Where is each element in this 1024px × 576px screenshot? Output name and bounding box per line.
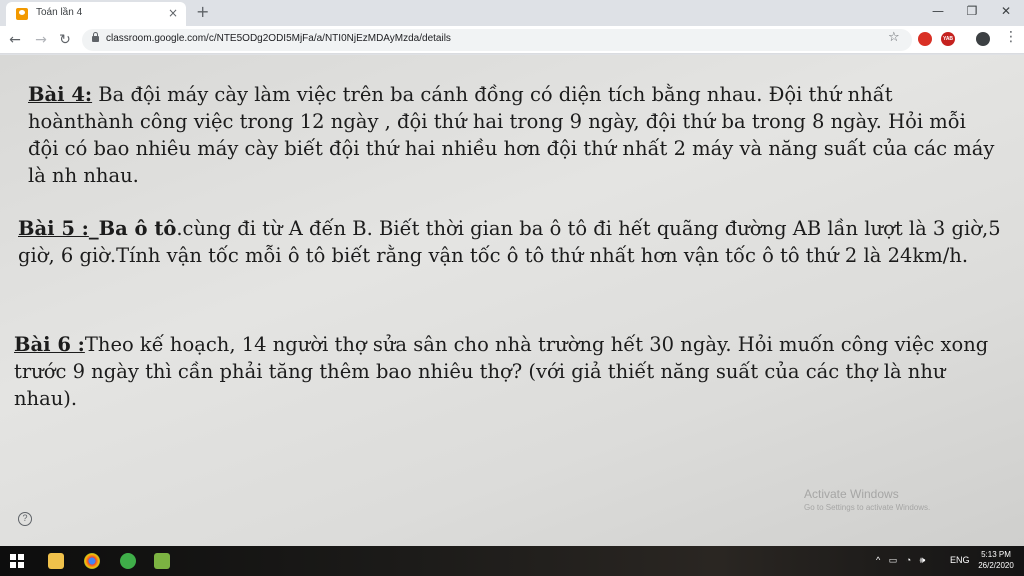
problem-5: Bài 5 :_Ba ô tô.cùng đi từ A đến B. Biết… <box>18 215 1004 269</box>
language-indicator[interactable]: ENG <box>950 555 970 565</box>
url-text: classroom.google.com/c/NTE5ODg2ODI5MjFa/… <box>106 33 451 44</box>
clock-time: 5:13 PM <box>981 550 1011 559</box>
watermark-title: Activate Windows <box>804 487 899 501</box>
close-window-button[interactable]: ✕ <box>996 4 1016 18</box>
menu-icon[interactable]: ⋮ <box>1004 29 1018 45</box>
problem-4-label: Bài 4: <box>28 83 93 106</box>
extension-yab-icon[interactable]: YAB <box>941 32 955 46</box>
tab-strip: Toán lần 4 × + — ❐ ✕ <box>0 0 1024 26</box>
problem-6-label: Bài 6 : <box>14 333 85 356</box>
browser-toolbar: ← → ↻ classroom.google.com/c/NTE5ODg2ODI… <box>0 26 1024 54</box>
tab-title: Toán lần 4 <box>36 7 83 18</box>
problem-5-label: Bài 5 : <box>18 217 89 240</box>
clock-date: 26/2/2020 <box>978 561 1014 570</box>
bookmark-star-icon[interactable]: ☆ <box>888 30 900 45</box>
watermark-subtitle: Go to Settings to activate Windows. <box>804 503 931 512</box>
classroom-favicon-icon <box>16 8 28 20</box>
page-content: Bài 4: Ba đội máy cày làm việc trên ba c… <box>0 55 1024 546</box>
tab-toan-lan-4[interactable]: Toán lần 4 × <box>6 2 186 26</box>
problem-6-text: Theo kế hoạch, 14 người thợ sửa sân cho … <box>14 333 989 410</box>
reload-button[interactable]: ↻ <box>56 31 74 49</box>
address-bar[interactable]: classroom.google.com/c/NTE5ODg2ODI5MjFa/… <box>82 29 912 51</box>
problem-4: Bài 4: Ba đội máy cày làm việc trên ba c… <box>28 81 1000 189</box>
activate-windows-watermark: Activate Windows Go to Settings to activ… <box>804 487 930 512</box>
windows-start-icon[interactable] <box>10 554 24 568</box>
problem-4-text: Ba đội máy cày làm việc trên ba cánh đồn… <box>28 83 995 187</box>
help-icon[interactable]: ? <box>18 512 32 526</box>
problem-5-subject: _Ba ô tô <box>88 217 177 240</box>
taskbar: ^ ▭ ◔ 🕪 ENG 5:13 PM 26/2/2020 <box>0 546 1024 576</box>
minimize-button[interactable]: — <box>928 4 948 18</box>
lock-icon <box>92 32 99 42</box>
chrome-icon[interactable] <box>84 553 100 569</box>
profile-avatar[interactable] <box>976 32 990 46</box>
tab-close-icon[interactable]: × <box>168 6 178 20</box>
clock[interactable]: 5:13 PM 26/2/2020 <box>976 549 1016 571</box>
file-explorer-icon[interactable] <box>48 553 64 569</box>
problem-6: Bài 6 :Theo kế hoạch, 14 người thợ sửa s… <box>14 331 1004 412</box>
system-tray-icons[interactable]: ^ ▭ ◔ 🕪 <box>876 555 928 566</box>
extension-red-icon[interactable] <box>918 32 932 46</box>
app-green-icon[interactable] <box>120 553 136 569</box>
back-button[interactable]: ← <box>6 31 24 49</box>
forward-button[interactable]: → <box>32 31 50 49</box>
app-stack-icon[interactable] <box>154 553 170 569</box>
maximize-button[interactable]: ❐ <box>962 4 982 18</box>
new-tab-button[interactable]: + <box>196 3 209 21</box>
